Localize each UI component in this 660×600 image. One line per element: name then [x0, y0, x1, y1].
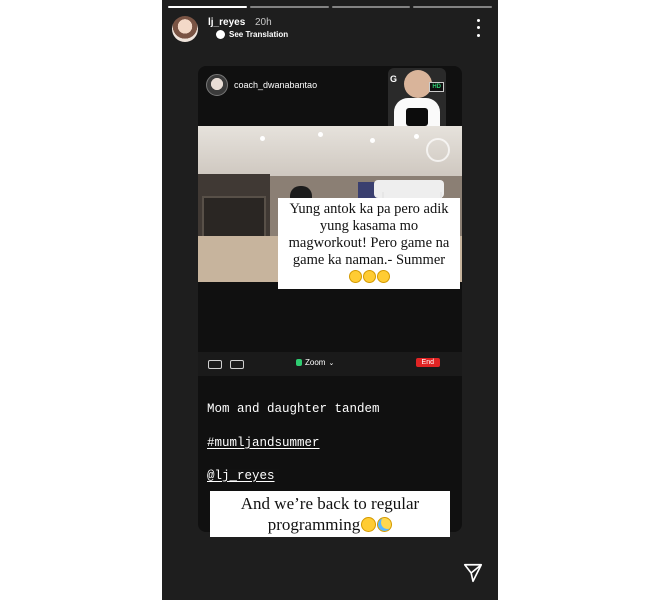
timestamp: 20h [255, 17, 272, 28]
text-line-tagline: Mom and daughter tandem [207, 402, 380, 416]
story-caption-sticker: And we’re back to regular programming [210, 491, 450, 537]
progress-segment [413, 6, 492, 8]
pip-tag: HD [429, 82, 444, 92]
mention-link[interactable]: @lj_reyes [207, 469, 279, 483]
progress-segment [168, 6, 247, 8]
pip-logo: G [390, 74, 398, 84]
mic-icon [208, 360, 222, 369]
watermark-icon [426, 138, 450, 162]
repost-avatar [206, 74, 228, 96]
globe-icon [216, 30, 225, 39]
camera-icon [230, 360, 244, 369]
avatar[interactable] [172, 16, 198, 42]
end-call-badge: End [415, 358, 440, 367]
send-icon[interactable] [462, 562, 484, 584]
sweat-smile-emoji-icon [377, 517, 393, 532]
rofl-emoji-icon [349, 270, 362, 283]
zoom-toolbar: Zoom ⌄ End [198, 352, 462, 376]
rofl-emoji-icon [361, 517, 377, 532]
reposted-story-card[interactable]: coach_dwanabantao G HD Zoom ⌄ End [198, 66, 462, 532]
see-translation-label: See Translation [229, 30, 289, 39]
see-translation-link[interactable]: See Translation [216, 30, 288, 39]
zoom-title: Zoom ⌄ [296, 358, 334, 367]
progress-segment [249, 6, 329, 8]
more-options-icon[interactable] [472, 17, 484, 39]
repost-username[interactable]: coach_dwanabantao [234, 80, 317, 90]
progress-segment [331, 6, 411, 8]
zoom-label: Zoom [305, 358, 326, 367]
shield-icon [296, 359, 302, 366]
chevron-down-icon: ⌄ [328, 359, 335, 367]
rofl-emoji-icon [363, 270, 376, 283]
story-progress-bar [168, 6, 492, 8]
picture-in-picture-video: G HD [388, 68, 446, 134]
story-caption-text: And we’re back to regular programming [240, 494, 420, 534]
hashtag-link[interactable]: #mumljandsummer [207, 436, 320, 450]
repost-caption-text: Yung antok ka pa pero adik yung kasama m… [288, 201, 450, 268]
repost-caption-sticker: Yung antok ka pa pero adik yung kasama m… [278, 198, 460, 289]
username[interactable]: lj_reyes [208, 17, 245, 28]
rofl-emoji-icon [377, 270, 390, 283]
story-header: lj_reyes 20h See Translation [170, 14, 490, 44]
